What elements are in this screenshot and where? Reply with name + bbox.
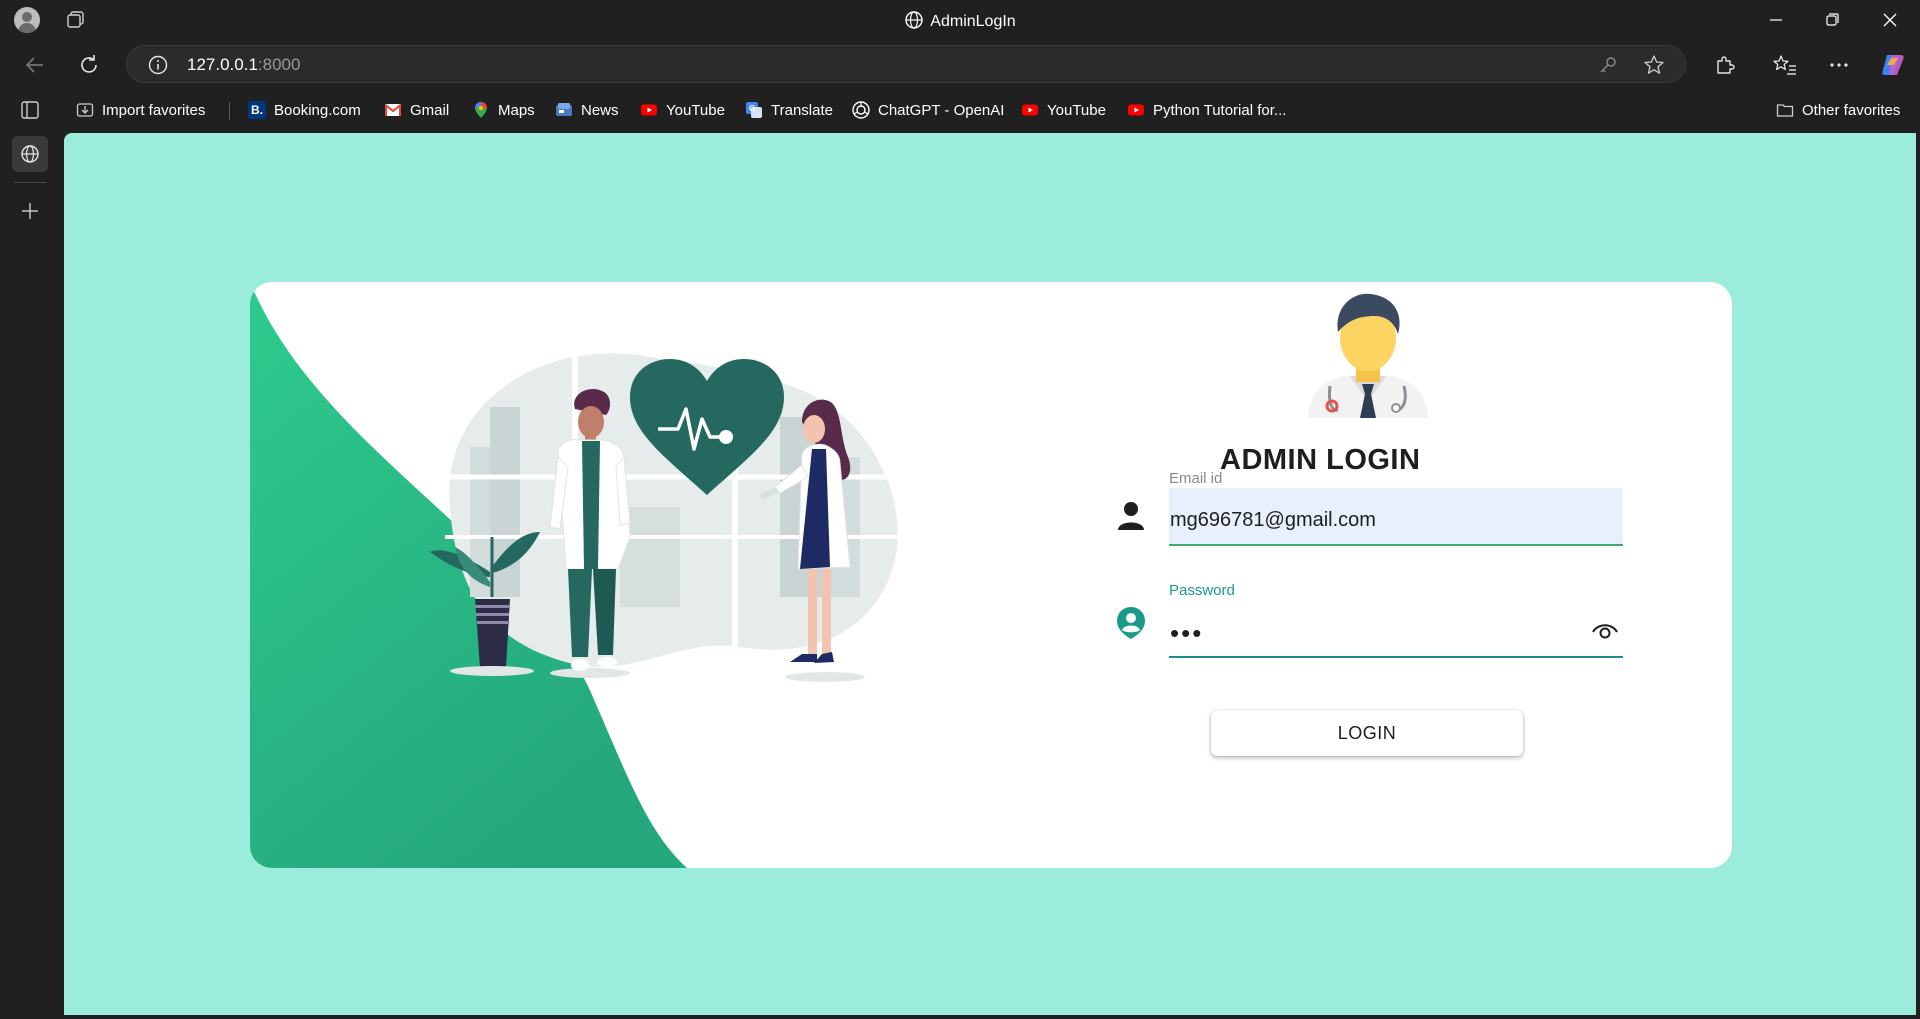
url-host: 127.0.0.1: [187, 55, 258, 74]
restore-button[interactable]: [1820, 8, 1844, 32]
new-tab-button[interactable]: [12, 193, 48, 229]
other-favorites[interactable]: Other favorites: [1776, 98, 1900, 122]
svg-text:G: G: [749, 104, 755, 113]
back-button[interactable]: [20, 50, 50, 80]
globe-icon: [904, 10, 924, 30]
extensions-icon[interactable]: [1710, 50, 1740, 80]
tab-strip-divider: [14, 182, 46, 183]
password-field-container: [1169, 600, 1623, 658]
favorite-gmail[interactable]: Gmail: [384, 98, 449, 122]
news-icon: [555, 101, 573, 119]
show-password-icon[interactable]: [1590, 619, 1620, 643]
email-field[interactable]: [1169, 488, 1623, 544]
favorite-booking[interactable]: B. Booking.com: [248, 98, 361, 122]
minimize-button[interactable]: [1764, 8, 1788, 32]
address-bar[interactable]: 127.0.0.1:8000: [126, 45, 1686, 83]
email-field-container: [1169, 488, 1623, 546]
favorite-python-tutorial[interactable]: Python Tutorial for...: [1127, 98, 1286, 122]
site-info-icon[interactable]: [147, 54, 169, 76]
tab-actions-icon[interactable]: [12, 92, 48, 128]
page-title: ADMIN LOGIN: [1220, 444, 1421, 476]
gmail-icon: [384, 101, 402, 119]
favorite-youtube[interactable]: YouTube: [640, 98, 725, 122]
favorite-import[interactable]: Import favorites: [76, 98, 205, 122]
title-bar: AdminLogIn: [0, 0, 1920, 40]
favorites-divider: [229, 102, 230, 120]
favorite-translate[interactable]: G Translate: [745, 98, 833, 122]
favorite-star-icon[interactable]: [1643, 54, 1665, 76]
favorite-label: YouTube: [1047, 101, 1106, 119]
password-field[interactable]: [1169, 600, 1623, 656]
import-icon: [76, 101, 94, 119]
favorite-label: YouTube: [666, 101, 725, 119]
favorite-label: Python Tutorial for...: [1153, 101, 1287, 119]
user-icon: [1118, 502, 1144, 530]
key-icon[interactable]: [1597, 54, 1619, 76]
window-title: AdminLogIn: [0, 10, 1920, 31]
tab-adminlogin[interactable]: [12, 136, 48, 172]
doctors-illustration: [430, 347, 910, 682]
favorites-bar: Import favorites B. Booking.com Gmail Ma…: [64, 92, 1920, 128]
favorite-label: Translate: [771, 101, 833, 119]
url-text[interactable]: 127.0.0.1:8000: [187, 55, 300, 75]
close-window-button[interactable]: [1878, 8, 1902, 32]
doctor-avatar-icon: [1308, 293, 1428, 418]
booking-icon: B.: [248, 101, 266, 119]
favorite-label: Gmail: [410, 101, 450, 119]
url-port: :8000: [257, 55, 301, 74]
user-circle-icon: [1117, 607, 1145, 639]
email-label: Email id: [1169, 470, 1223, 487]
translate-icon: G: [745, 101, 763, 119]
refresh-button[interactable]: [74, 50, 104, 80]
folder-icon: [1776, 101, 1794, 119]
navigation-bar: 127.0.0.1:8000: [0, 40, 1920, 88]
favorite-news[interactable]: News: [555, 98, 619, 122]
vertical-tab-strip: [0, 88, 64, 1019]
youtube-icon: [1127, 101, 1145, 119]
favorite-youtube-2[interactable]: YouTube: [1021, 98, 1106, 122]
other-favorites-label: Other favorites: [1802, 101, 1901, 119]
favorite-maps[interactable]: Maps: [472, 98, 535, 122]
maps-icon: [472, 101, 490, 119]
page-viewport: ADMIN LOGIN Email id Password LOGIN: [64, 133, 1916, 1015]
copilot-icon[interactable]: [1878, 50, 1908, 80]
favorite-label: ChatGPT - OpenAI: [878, 101, 1005, 119]
chatgpt-icon: [852, 101, 870, 119]
favorite-label: Import favorites: [102, 101, 206, 119]
favorites-list-icon[interactable]: [1770, 50, 1800, 80]
password-label: Password: [1169, 582, 1235, 599]
youtube-icon: [640, 101, 658, 119]
window-title-text: AdminLogIn: [930, 13, 1016, 30]
favorite-label: News: [581, 101, 619, 119]
favorite-label: Maps: [498, 101, 535, 119]
favorite-label: Booking.com: [274, 101, 361, 119]
more-menu-icon[interactable]: [1824, 50, 1854, 80]
login-button[interactable]: LOGIN: [1211, 710, 1523, 756]
youtube-icon: [1021, 101, 1039, 119]
favorite-chatgpt[interactable]: ChatGPT - OpenAI: [852, 98, 1004, 122]
login-card: ADMIN LOGIN Email id Password LOGIN: [250, 282, 1732, 868]
